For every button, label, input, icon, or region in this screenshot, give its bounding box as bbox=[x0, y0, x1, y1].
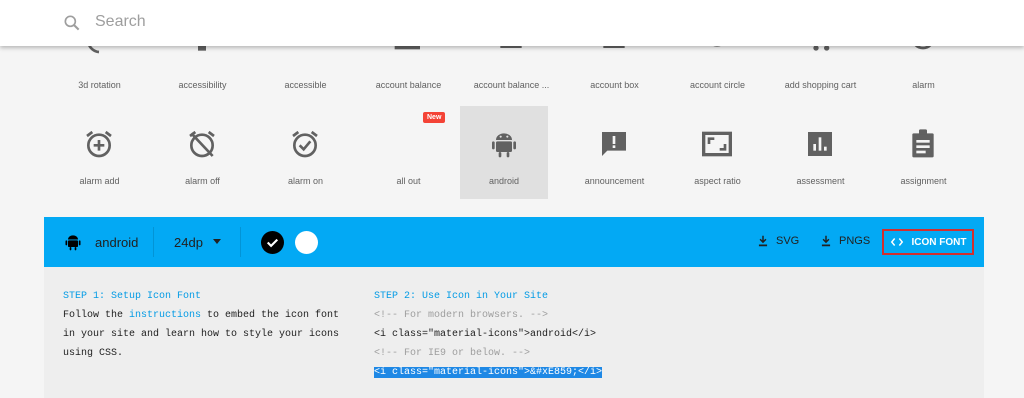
icon-label: add shopping cart bbox=[784, 80, 857, 90]
alarm-on-icon bbox=[292, 130, 318, 158]
code-line[interactable]: <i class="material-icons">android</i> bbox=[374, 325, 774, 344]
icon-detail-toolbar: android 24dp SVG PNGS ICON FONT bbox=[44, 217, 984, 267]
white-color-swatch[interactable] bbox=[295, 231, 318, 254]
icon-cell-assessment[interactable]: assessment bbox=[769, 106, 872, 199]
icon-font-button[interactable]: ICON FONT bbox=[882, 229, 974, 255]
icon-label: account box bbox=[590, 80, 639, 90]
divider bbox=[153, 227, 154, 257]
announcement-icon bbox=[602, 132, 626, 156]
download-pngs-label: PNGS bbox=[839, 235, 871, 247]
icon-label: aspect ratio bbox=[694, 176, 741, 186]
icon-label: alarm add bbox=[79, 176, 120, 186]
icon-cell-alarm-add[interactable]: alarm add bbox=[48, 106, 151, 199]
icon-label: accessibility bbox=[178, 80, 227, 90]
icon-font-label: ICON FONT bbox=[911, 236, 967, 248]
icon-label: account circle bbox=[689, 80, 746, 90]
step1-section: STEP 1: Setup Icon Font Follow the instr… bbox=[63, 287, 353, 363]
alarm-off-icon bbox=[189, 130, 215, 158]
search-input[interactable]: Search bbox=[95, 13, 146, 31]
icon-label: assignment bbox=[900, 176, 947, 186]
caret-down-icon[interactable] bbox=[213, 239, 221, 244]
step2-section: STEP 2: Use Icon in Your Site <!-- For m… bbox=[374, 287, 774, 382]
download-svg-label: SVG bbox=[776, 235, 800, 247]
code-panel: STEP 1: Setup Icon Font Follow the instr… bbox=[44, 267, 984, 398]
code-comment: <!-- For IE9 or below. --> bbox=[374, 348, 531, 359]
selected-icon-name: android bbox=[95, 235, 139, 250]
icon-label: account balance bbox=[375, 80, 442, 90]
icon-cell-alarm-off[interactable]: alarm off bbox=[151, 106, 254, 199]
step2-heading: STEP 2: Use Icon in Your Site bbox=[374, 291, 549, 302]
icon-cell-alarm-on[interactable]: alarm on bbox=[254, 106, 357, 199]
icon-label: alarm off bbox=[185, 176, 220, 186]
icon-label: assessment bbox=[796, 176, 845, 186]
instructions-link[interactable]: instructions bbox=[129, 310, 201, 321]
icon-label: all out bbox=[396, 176, 421, 186]
search-bar: Search bbox=[0, 0, 1024, 46]
icon-cell-assignment[interactable]: assignment bbox=[872, 106, 975, 199]
step1-line2: in your site and learn how to style your… bbox=[63, 329, 340, 340]
divider bbox=[240, 227, 241, 257]
step1-line1: Follow the instructions to embed the ico… bbox=[63, 306, 353, 325]
icon-cell-announcement[interactable]: announcement bbox=[563, 106, 666, 199]
icon-cell-android[interactable]: android bbox=[460, 106, 548, 199]
new-badge: New bbox=[423, 112, 446, 123]
check-icon bbox=[266, 238, 279, 248]
step1-heading: STEP 1: Setup Icon Font bbox=[63, 291, 202, 302]
code-comment: <!-- For modern browsers. --> bbox=[374, 310, 549, 321]
icon-cell-aspect-ratio[interactable]: aspect ratio bbox=[666, 106, 769, 199]
search-icon[interactable] bbox=[62, 13, 82, 33]
code-icon bbox=[890, 238, 903, 246]
aspect-ratio-icon bbox=[702, 131, 732, 157]
download-icon bbox=[758, 235, 768, 247]
icon-label: alarm bbox=[912, 80, 935, 90]
step1-line1-pre: Follow the bbox=[63, 310, 130, 321]
icon-label: announcement bbox=[584, 176, 645, 186]
android-icon bbox=[492, 133, 516, 158]
icon-label: accessible bbox=[284, 80, 327, 90]
icon-label: 3d rotation bbox=[78, 80, 121, 90]
icon-label: alarm on bbox=[287, 176, 323, 186]
icon-label: account balance ... bbox=[473, 80, 550, 90]
download-svg-button[interactable]: SVG bbox=[756, 234, 799, 248]
assignment-icon bbox=[912, 129, 934, 158]
step1-line3: using CSS. bbox=[63, 348, 124, 359]
alarm-add-icon bbox=[86, 130, 112, 158]
android-icon bbox=[65, 235, 81, 251]
size-select[interactable]: 24dp bbox=[174, 235, 203, 250]
icon-label: android bbox=[488, 176, 520, 186]
assessment-icon bbox=[808, 132, 832, 156]
download-icon bbox=[821, 235, 831, 247]
step1-line1-post: to embed the icon font bbox=[201, 310, 340, 321]
black-color-swatch[interactable] bbox=[261, 231, 284, 254]
download-pngs-button[interactable]: PNGS bbox=[819, 234, 870, 248]
highlighted-code-line[interactable]: <i class="material-icons">&#xE859;</i> bbox=[374, 367, 603, 378]
